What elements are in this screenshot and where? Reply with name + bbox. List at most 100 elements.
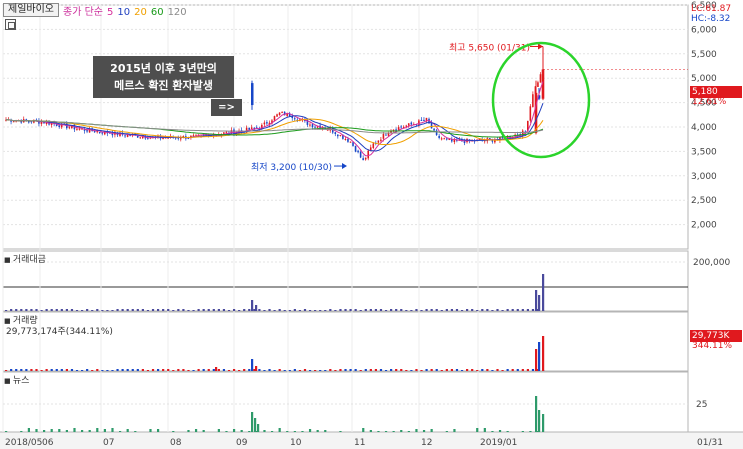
stock-name[interactable]: 제일바이오 — [3, 3, 59, 17]
x-tick-label: 12 — [421, 438, 432, 448]
volume-bar — [384, 370, 388, 371]
news-bar — [96, 428, 99, 432]
trading-value-bar — [298, 310, 302, 311]
ma-legend-item[interactable]: 120 — [168, 7, 187, 18]
ma-legend-item[interactable]: 20 — [134, 7, 147, 18]
volume-bar — [521, 369, 524, 371]
news-bar — [278, 428, 281, 432]
volume-bar — [298, 370, 302, 371]
trading-value-bar — [5, 310, 8, 311]
candle-body — [529, 106, 532, 121]
candle-body — [58, 125, 60, 128]
high-annotation: 최고 5,650 (01/31) — [449, 42, 530, 53]
moving-average-line — [5, 103, 544, 152]
volume-bar — [258, 369, 261, 371]
volume-bar — [349, 369, 352, 371]
candle-body — [352, 142, 354, 146]
trading-value-bar — [516, 309, 519, 311]
volume-bar — [273, 370, 276, 371]
volume-bar — [222, 369, 226, 371]
trading-value-bar — [496, 309, 499, 311]
news-bar — [301, 431, 304, 432]
trading-value-bar — [319, 310, 322, 311]
trading-value-bar — [293, 309, 296, 311]
volume-bar — [526, 369, 530, 371]
volume-bar — [131, 369, 134, 371]
news-bar — [50, 429, 53, 432]
trading-value-bar — [384, 310, 388, 311]
trading-value-bar — [75, 310, 79, 311]
trading-value-bar — [131, 309, 134, 311]
trading-value-bar — [162, 309, 165, 311]
news-bar — [362, 428, 365, 432]
ma-legend-item[interactable]: 10 — [117, 7, 130, 18]
chart-settings-icon[interactable] — [5, 19, 16, 30]
news-bar — [149, 429, 152, 432]
candle-body — [136, 135, 139, 138]
candle-body — [263, 122, 266, 125]
volume-bar — [314, 370, 317, 371]
volume-bar — [75, 370, 79, 371]
trading-value-bar — [471, 309, 474, 311]
ma-legend-item[interactable]: 종가 단순 — [63, 7, 103, 18]
trading-value-bar — [308, 310, 312, 311]
news-bar — [491, 431, 494, 432]
trading-value-bar — [288, 310, 291, 311]
news-bar — [80, 430, 84, 432]
candle-body — [539, 74, 542, 83]
volume-bar — [202, 369, 205, 371]
candle-body — [397, 127, 400, 130]
trading-value-bar — [405, 310, 408, 311]
candle-body — [440, 138, 443, 140]
volume-bar — [486, 369, 489, 371]
volume-bar — [86, 369, 89, 371]
candle-body — [86, 130, 88, 132]
news-bar — [20, 431, 23, 432]
news-bar — [308, 429, 312, 432]
volume-bar — [324, 370, 327, 371]
volume-bar — [308, 370, 312, 371]
ma-legend-item[interactable]: 60 — [151, 7, 164, 18]
news-bar — [254, 418, 257, 432]
trading-value-bar — [379, 309, 383, 311]
trading-value-bar — [374, 309, 378, 311]
trading-value-bar — [232, 309, 236, 311]
volume-bar — [60, 369, 63, 371]
trading-value-panel — [2, 250, 689, 312]
trading-value-bar — [390, 309, 393, 311]
candle-body — [76, 128, 78, 130]
trading-value-bar — [303, 309, 307, 311]
volume-bar — [354, 369, 357, 371]
trading-value-bar — [25, 309, 28, 311]
news-bar — [232, 429, 236, 432]
ma-legend-item[interactable]: 5 — [107, 7, 113, 18]
volume-bar — [400, 369, 403, 371]
volume-bar — [460, 370, 464, 371]
news-bar — [445, 431, 448, 432]
volume-bar — [65, 369, 68, 371]
trading-value-bar — [192, 310, 195, 311]
trading-value-bar — [197, 309, 200, 311]
candle-body — [380, 139, 382, 141]
candle-body — [532, 94, 534, 107]
volume-bar — [25, 369, 28, 371]
price-tick-label: 2,000 — [691, 221, 717, 231]
candle-body — [281, 112, 283, 114]
volume-bar — [172, 370, 175, 371]
news-bar — [225, 431, 228, 432]
x-tick-label: 11 — [354, 438, 365, 448]
trading-value-bar — [251, 300, 254, 311]
news-bar — [172, 431, 175, 432]
candle-body — [534, 92, 538, 133]
x-tick-label: 2018/05 — [5, 438, 42, 448]
price-tick-label: 2,500 — [691, 196, 717, 206]
volume-bar — [491, 370, 494, 371]
trading-value-bar — [476, 310, 479, 311]
trading-value-bar — [65, 309, 68, 311]
volume-bar — [379, 369, 383, 371]
volume-bar — [91, 370, 94, 371]
trading-value-bar — [141, 309, 144, 311]
news-bar — [248, 431, 251, 432]
trading-value-bar — [466, 309, 469, 311]
news-bar — [422, 430, 426, 432]
